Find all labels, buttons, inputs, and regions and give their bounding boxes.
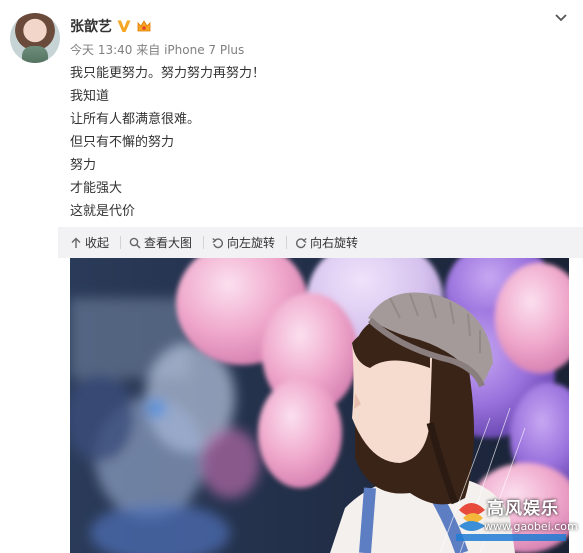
rotate-left-button[interactable]: 向左旋转 <box>212 227 275 258</box>
verified-v-icon[interactable] <box>116 18 132 34</box>
post-body: 我只能更努力。努力努力再努力！ 我知道 让所有人都满意很难。 但只有不懈的努力 … <box>70 62 550 223</box>
rotate-left-icon <box>212 237 224 248</box>
author-row: 张歆艺 <box>70 16 152 36</box>
author-name[interactable]: 张歆艺 <box>70 16 112 36</box>
magnifier-icon <box>129 237 141 249</box>
post-source[interactable]: iPhone 7 Plus <box>164 43 244 57</box>
collapse-label: 收起 <box>85 236 110 250</box>
weibo-post-card: 张歆艺 今天 13:40 来自 iPhone 7 Plus 我只能更努力。努力努… <box>0 0 583 553</box>
watermark-url: www.gaobei.com <box>484 520 578 533</box>
post-line: 让所有人都满意很难。 <box>70 112 201 127</box>
post-line: 这就是代价 <box>70 204 136 219</box>
post-line: 才能强大 <box>70 181 123 196</box>
toolbar-divider <box>120 236 121 249</box>
chevron-down-icon[interactable] <box>553 10 569 26</box>
post-line: 努力 <box>70 158 97 173</box>
watermark-name: 高风娱乐 <box>487 499 559 519</box>
member-crown-icon[interactable] <box>136 18 152 34</box>
post-line: 但只有不懈的努力 <box>70 135 175 150</box>
view-large-label: 查看大图 <box>144 236 193 250</box>
toolbar-divider <box>203 236 204 249</box>
post-meta: 今天 13:40 来自 iPhone 7 Plus <box>70 41 244 58</box>
toolbar-divider <box>286 236 287 249</box>
post-line: 我只能更努力。努力努力再努力！ <box>70 66 266 81</box>
post-line: 我知道 <box>70 89 110 104</box>
avatar[interactable] <box>10 13 60 63</box>
rotate-right-label: 向右旋转 <box>310 236 359 250</box>
source-prefix: 来自 <box>136 43 161 57</box>
rotate-right-button[interactable]: 向右旋转 <box>295 227 358 258</box>
collapse-button[interactable]: 收起 <box>70 227 109 258</box>
rotate-right-icon <box>295 237 307 248</box>
post-timestamp[interactable]: 今天 13:40 <box>70 43 132 57</box>
image-toolbar: 收起 查看大图 向左旋转 向右旋转 <box>58 227 583 258</box>
rotate-left-label: 向左旋转 <box>227 236 276 250</box>
arrow-up-icon <box>71 237 81 248</box>
view-large-button[interactable]: 查看大图 <box>129 227 192 258</box>
